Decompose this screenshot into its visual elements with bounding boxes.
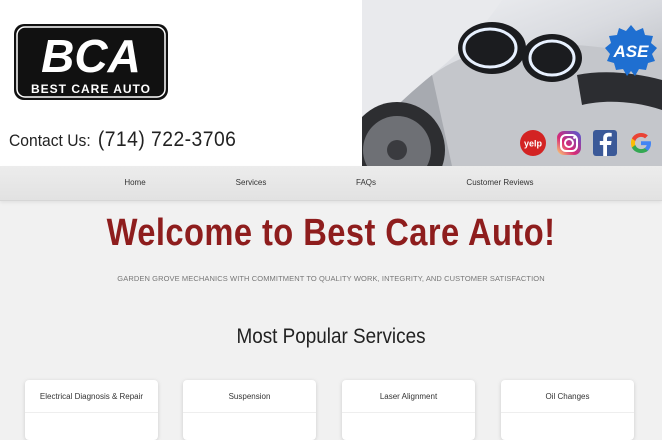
main-nav: Home Services FAQs Customer Reviews — [0, 166, 662, 201]
contact-info: Contact Us: (714) 722-3706 — [9, 128, 236, 152]
google-icon[interactable] — [626, 128, 656, 158]
service-card-label: Suspension — [228, 392, 271, 401]
card-divider — [25, 412, 158, 413]
service-card-laser-alignment[interactable]: Laser Alignment — [342, 380, 475, 440]
card-divider — [501, 412, 634, 413]
svg-text:BEST CARE AUTO: BEST CARE AUTO — [31, 82, 151, 96]
nav-customer-reviews[interactable]: Customer Reviews — [466, 178, 533, 187]
welcome-heading: Welcome to Best Care Auto! — [106, 212, 556, 254]
service-card-label: Laser Alignment — [379, 392, 438, 401]
phone-number[interactable]: (714) 722-3706 — [98, 128, 237, 151]
service-card-suspension[interactable]: Suspension — [183, 380, 316, 440]
ase-badge: ASE — [604, 24, 658, 78]
welcome-subtitle: GARDEN GROVE MECHANICS WITH COMMITMENT T… — [117, 274, 545, 283]
nav-home[interactable]: Home — [124, 178, 145, 187]
popular-services-heading: Most Popular Services — [236, 325, 426, 348]
svg-text:yelp: yelp — [524, 139, 543, 149]
svg-text:BCA: BCA — [41, 30, 141, 82]
nav-faqs[interactable]: FAQs — [356, 178, 376, 187]
site-header: BCA BEST CARE AUTO Contact Us: (714) 722… — [0, 0, 662, 166]
instagram-icon[interactable] — [554, 128, 584, 158]
card-divider — [342, 412, 475, 413]
service-card-label: Oil Changes — [545, 392, 590, 401]
service-card-oil-changes[interactable]: Oil Changes — [501, 380, 634, 440]
bca-logo[interactable]: BCA BEST CARE AUTO — [12, 22, 170, 102]
svg-text:ASE: ASE — [613, 42, 650, 61]
nav-services[interactable]: Services — [236, 178, 267, 187]
card-divider — [183, 412, 316, 413]
yelp-icon[interactable]: yelp — [518, 128, 548, 158]
facebook-icon[interactable] — [590, 128, 620, 158]
contact-label: Contact Us: — [9, 131, 91, 150]
service-card-label: Electrical Diagnosis & Repair — [39, 392, 144, 401]
service-card-electrical[interactable]: Electrical Diagnosis & Repair — [25, 380, 158, 440]
